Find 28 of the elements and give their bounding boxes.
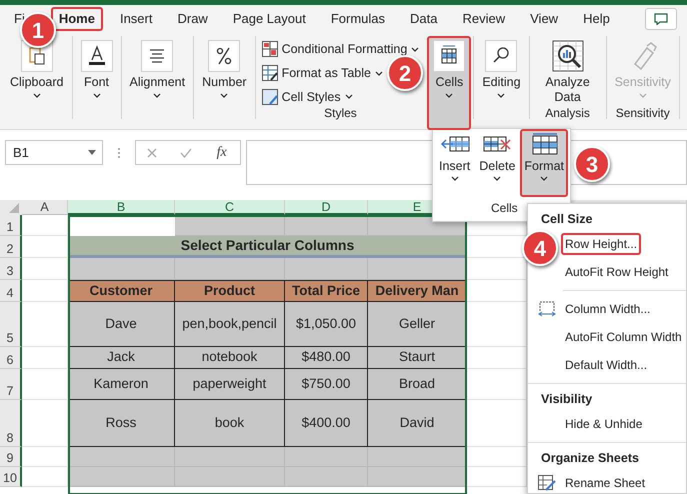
table-cell: pen,book,pencil — [175, 302, 285, 347]
menu-heading: Cell Size — [540, 211, 594, 228]
table-cell: Jack — [68, 347, 175, 369]
table-cell: Kameron — [68, 369, 175, 400]
group-label: Analysis — [544, 106, 591, 120]
table-cell: $400.00 — [285, 400, 368, 447]
header-cell: Total Price — [285, 280, 368, 302]
group-label: Styles — [323, 106, 358, 120]
header-cell: Product — [175, 280, 285, 302]
header-cell: Delivery Man — [368, 280, 467, 302]
table-cell: Geller — [368, 302, 467, 347]
table-cell: Staurt — [368, 347, 467, 369]
table-cell: $750.00 — [285, 369, 368, 400]
table-cell: paperweight — [175, 369, 285, 400]
table-cell: Ross — [68, 400, 175, 447]
table-cell: book — [175, 400, 285, 447]
group-label: Cells — [491, 200, 518, 217]
menu-heading: Organize Sheets — [540, 450, 640, 467]
table-cell: $480.00 — [285, 347, 368, 369]
table-cell: Dave — [68, 302, 175, 347]
table-cell: notebook — [175, 347, 285, 369]
header-cell: Customer — [68, 280, 175, 302]
title-cell: Select Particular Columns — [68, 236, 467, 258]
group-label: Sensitivity — [614, 106, 671, 120]
table-cell: $1,050.00 — [285, 302, 368, 347]
table-cell: David — [368, 400, 467, 447]
table-cell: Broad — [368, 369, 467, 400]
menu-heading: Visibility — [540, 391, 594, 408]
